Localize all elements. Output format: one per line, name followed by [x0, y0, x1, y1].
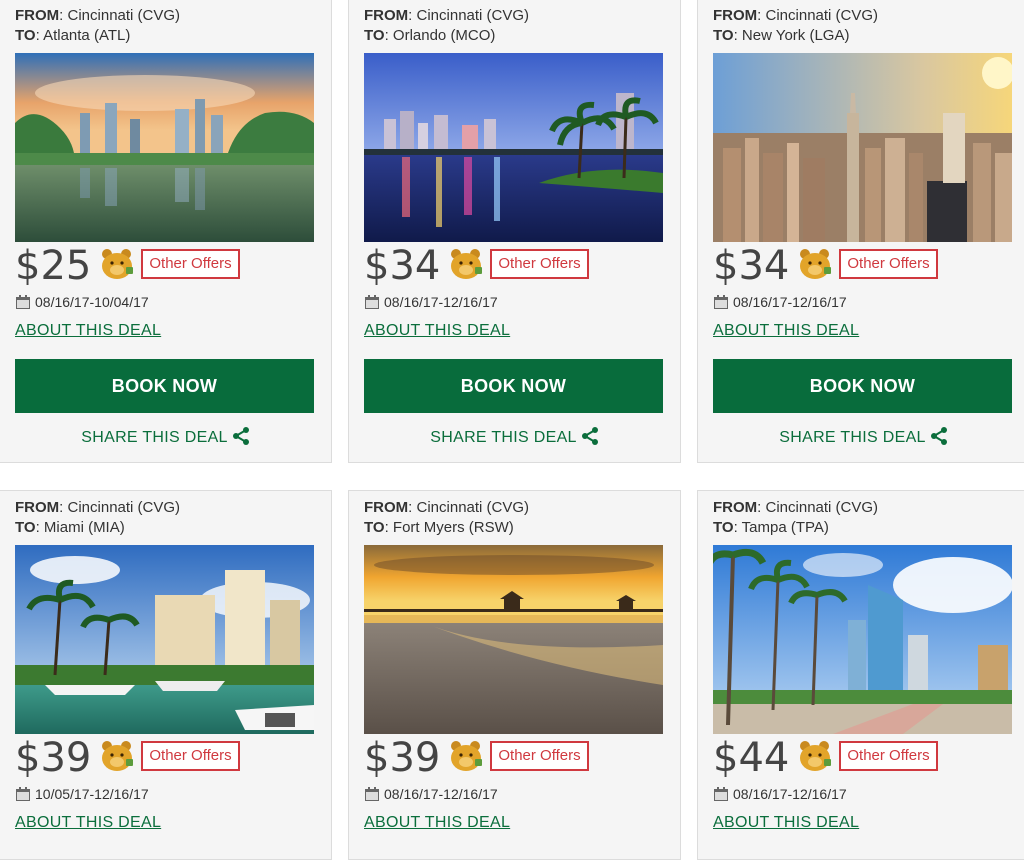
about-this-deal-link[interactable]: ABOUT THIS DEAL — [15, 814, 161, 832]
route-from: FROM: Cincinnati (CVG) — [713, 499, 879, 516]
route-to: TO: Miami (MIA) — [15, 519, 125, 536]
about-this-deal-link[interactable]: ABOUT THIS DEAL — [15, 322, 161, 340]
bear-mascot-icon — [451, 741, 483, 771]
route-from: FROM: Cincinnati (CVG) — [364, 7, 530, 24]
price: $39 — [364, 735, 441, 781]
destination-photo[interactable] — [713, 53, 1012, 242]
calendar-icon — [16, 787, 30, 801]
bear-mascot-icon — [451, 249, 483, 279]
share-label: SHARE THIS DEAL — [81, 429, 228, 446]
route-to: TO: New York (LGA) — [713, 27, 850, 44]
route-to: TO: Orlando (MCO) — [364, 27, 496, 44]
book-now-button[interactable]: BOOK NOW — [364, 359, 663, 413]
book-now-button[interactable]: BOOK NOW — [713, 359, 1012, 413]
share-this-deal-link[interactable]: SHARE THIS DEAL — [0, 427, 331, 448]
about-this-deal-link[interactable]: ABOUT THIS DEAL — [364, 322, 510, 340]
share-label: SHARE THIS DEAL — [430, 429, 577, 446]
deal-card-atlanta: FROM: Cincinnati (CVG) TO: Atlanta (ATL) — [0, 0, 332, 463]
bear-mascot-icon — [800, 249, 832, 279]
deal-card-fort-myers: FROM: Cincinnati (CVG) TO: Fort Myers (R… — [348, 490, 681, 860]
other-offers-button[interactable]: Other Offers — [839, 249, 938, 279]
travel-dates: 08/16/17-12/16/17 — [364, 293, 498, 311]
destination-photo[interactable] — [364, 545, 663, 734]
other-offers-button[interactable]: Other Offers — [490, 741, 589, 771]
bear-mascot-icon — [102, 741, 134, 771]
route-from: FROM: Cincinnati (CVG) — [15, 7, 181, 24]
travel-dates-text: 08/16/17-12/16/17 — [384, 786, 498, 802]
calendar-icon — [365, 787, 379, 801]
travel-dates-text: 08/16/17-12/16/17 — [384, 294, 498, 310]
deal-card-miami: FROM: Cincinnati (CVG) TO: Miami (MIA) $… — [0, 490, 332, 860]
other-offers-button[interactable]: Other Offers — [141, 249, 240, 279]
deal-card-tampa: FROM: Cincinnati (CVG) TO: Tampa (TPA) $… — [697, 490, 1024, 860]
travel-dates: 08/16/17-10/04/17 — [15, 293, 149, 311]
price: $44 — [713, 735, 790, 781]
price: $25 — [15, 243, 92, 289]
bear-mascot-icon — [102, 249, 134, 279]
share-icon — [232, 427, 249, 445]
route-from: FROM: Cincinnati (CVG) — [713, 7, 879, 24]
share-this-deal-link[interactable]: SHARE THIS DEAL — [349, 427, 680, 448]
about-this-deal-link[interactable]: ABOUT THIS DEAL — [713, 322, 859, 340]
route-from: FROM: Cincinnati (CVG) — [364, 499, 530, 516]
route-to: TO: Fort Myers (RSW) — [364, 519, 514, 536]
share-label: SHARE THIS DEAL — [779, 429, 926, 446]
travel-dates: 08/16/17-12/16/17 — [364, 785, 498, 803]
travel-dates-text: 08/16/17-12/16/17 — [733, 786, 847, 802]
travel-dates: 08/16/17-12/16/17 — [713, 785, 847, 803]
route-to: TO: Tampa (TPA) — [713, 519, 829, 536]
destination-photo[interactable] — [364, 53, 663, 242]
price: $34 — [713, 243, 790, 289]
share-icon — [581, 427, 598, 445]
share-this-deal-link[interactable]: SHARE THIS DEAL — [698, 427, 1024, 448]
route-to: TO: Atlanta (ATL) — [15, 27, 131, 44]
share-icon — [930, 427, 947, 445]
deal-card-orlando: FROM: Cincinnati (CVG) TO: Orlando (MCO) — [348, 0, 681, 463]
destination-photo[interactable] — [15, 53, 314, 242]
travel-dates: 08/16/17-12/16/17 — [713, 293, 847, 311]
other-offers-button[interactable]: Other Offers — [490, 249, 589, 279]
other-offers-button[interactable]: Other Offers — [141, 741, 240, 771]
price: $39 — [15, 735, 92, 781]
calendar-icon — [16, 295, 30, 309]
calendar-icon — [365, 295, 379, 309]
other-offers-button[interactable]: Other Offers — [839, 741, 938, 771]
travel-dates-text: 08/16/17-10/04/17 — [35, 294, 149, 310]
travel-dates-text: 08/16/17-12/16/17 — [733, 294, 847, 310]
price: $34 — [364, 243, 441, 289]
book-now-button[interactable]: BOOK NOW — [15, 359, 314, 413]
bear-mascot-icon — [800, 741, 832, 771]
destination-photo[interactable] — [15, 545, 314, 734]
calendar-icon — [714, 295, 728, 309]
calendar-icon — [714, 787, 728, 801]
travel-dates: 10/05/17-12/16/17 — [15, 785, 149, 803]
destination-photo[interactable] — [713, 545, 1012, 734]
about-this-deal-link[interactable]: ABOUT THIS DEAL — [364, 814, 510, 832]
route-from: FROM: Cincinnati (CVG) — [15, 499, 181, 516]
about-this-deal-link[interactable]: ABOUT THIS DEAL — [713, 814, 859, 832]
travel-dates-text: 10/05/17-12/16/17 — [35, 786, 149, 802]
deal-card-new-york: FROM: Cincinnati (CVG) TO: New York (LGA… — [697, 0, 1024, 463]
